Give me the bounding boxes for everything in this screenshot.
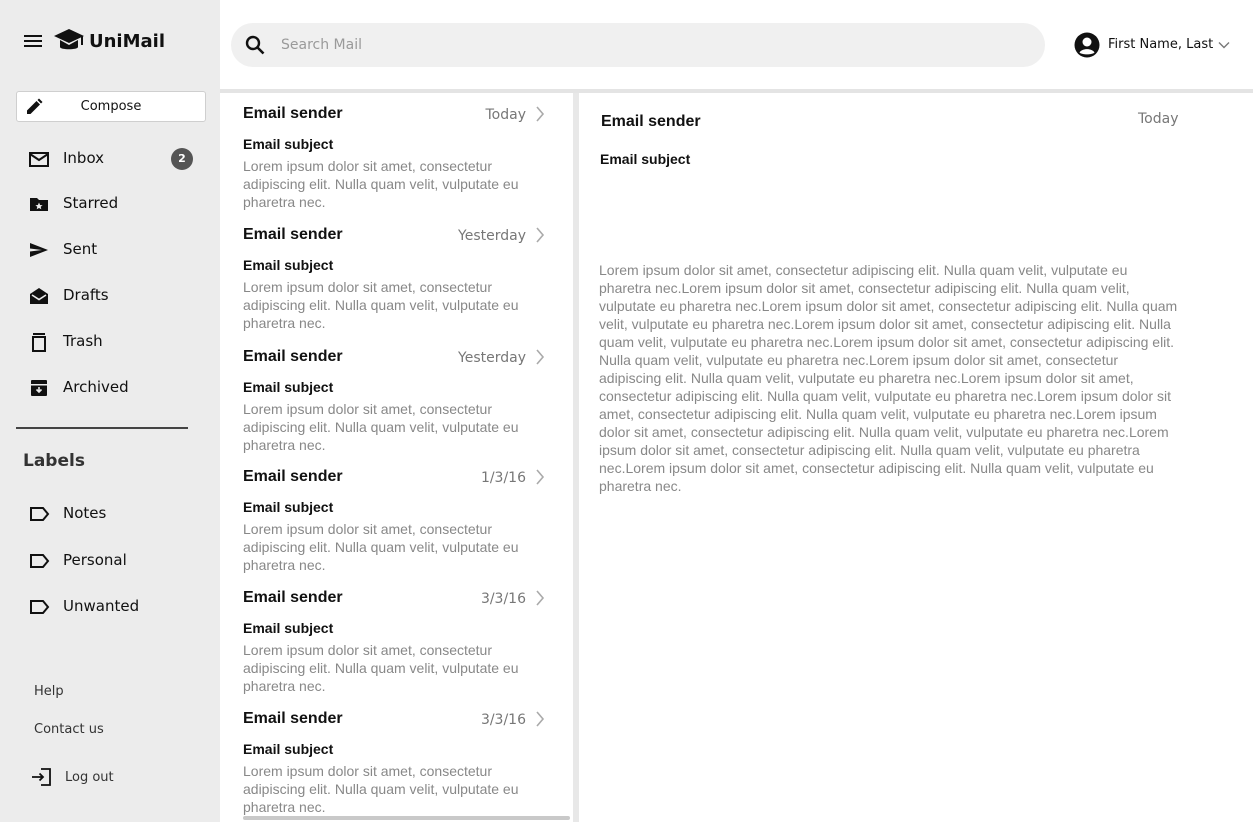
compose-button[interactable]: Compose — [16, 91, 206, 122]
email-preview: Lorem ipsum dolor sit amet, consectetur … — [243, 158, 519, 210]
user-name: First Name, Last — [1108, 37, 1214, 52]
reader-sender: Email sender — [601, 113, 701, 130]
email-sender: Email sender — [243, 589, 343, 606]
app-name: UniMail — [89, 30, 165, 52]
sidebar-item-label: Starred — [63, 194, 119, 212]
send-icon — [28, 240, 50, 260]
email-list-item[interactable]: Email sender 1/3/16 Email subject Lorem … — [220, 456, 573, 577]
email-subject: Email subject — [243, 257, 334, 273]
chevron-right-icon — [536, 349, 545, 365]
contact-us-link[interactable]: Contact us — [34, 722, 104, 737]
chevron-right-icon — [536, 590, 545, 606]
email-list: Email sender Today Email subject Lorem i… — [220, 93, 573, 822]
sidebar: UniMail Compose Inbox 2 Starred Sent Dra… — [0, 0, 220, 822]
email-date: Today — [485, 107, 527, 123]
chevron-right-icon — [536, 711, 545, 727]
email-subject: Email subject — [243, 136, 334, 152]
label-icon — [28, 504, 50, 524]
email-list-item[interactable]: Email sender 3/3/16 Email subject Lorem … — [220, 577, 573, 698]
email-date: Yesterday — [458, 350, 526, 366]
email-list-scrollbar[interactable] — [243, 816, 570, 820]
archive-icon — [28, 378, 50, 398]
email-preview: Lorem ipsum dolor sit amet, consectetur … — [243, 401, 519, 453]
label-item-name: Personal — [63, 551, 127, 569]
labels-heading: Labels — [23, 451, 85, 471]
email-preview: Lorem ipsum dolor sit amet, consectetur … — [243, 521, 519, 573]
label-icon — [28, 597, 50, 617]
email-date: Yesterday — [458, 228, 526, 244]
sidebar-item-inbox[interactable]: Inbox 2 — [16, 142, 206, 176]
reader-date: Today — [1138, 111, 1179, 127]
label-item-notes[interactable]: Notes — [16, 497, 206, 531]
email-preview: Lorem ipsum dolor sit amet, consectetur … — [243, 763, 519, 815]
email-sender: Email sender — [243, 348, 343, 365]
label-item-personal[interactable]: Personal — [16, 544, 206, 578]
label-item-unwanted[interactable]: Unwanted — [16, 590, 206, 624]
chevron-right-icon — [536, 227, 545, 243]
email-reader: Email sender Today Email subject Lorem i… — [579, 93, 1253, 822]
chevron-right-icon — [536, 469, 545, 485]
email-list-item[interactable]: Email sender Today Email subject Lorem i… — [220, 93, 573, 214]
email-date: 3/3/16 — [480, 591, 526, 607]
reader-body: Lorem ipsum dolor sit amet, consectetur … — [599, 262, 1178, 494]
logout-icon — [32, 768, 51, 786]
graduation-cap-icon — [54, 29, 84, 50]
reader-subject: Email subject — [600, 151, 691, 167]
logout-label: Log out — [65, 770, 114, 785]
email-subject: Email subject — [243, 499, 334, 515]
trash-icon — [28, 332, 50, 352]
search-input[interactable] — [281, 23, 1021, 67]
hamburger-menu-icon[interactable] — [24, 33, 42, 49]
sidebar-item-label: Sent — [63, 240, 98, 258]
search-icon[interactable] — [245, 35, 265, 55]
search-bar — [231, 23, 1045, 67]
star-folder-icon — [28, 194, 50, 214]
sidebar-item-label: Inbox — [63, 149, 105, 167]
sidebar-item-drafts[interactable]: Drafts — [16, 279, 206, 313]
email-preview: Lorem ipsum dolor sit amet, consectetur … — [243, 279, 519, 331]
email-subject: Email subject — [243, 379, 334, 395]
email-list-item[interactable]: Email sender Yesterday Email subject Lor… — [220, 214, 573, 335]
label-icon — [28, 551, 50, 571]
sidebar-item-sent[interactable]: Sent — [16, 233, 206, 267]
sidebar-divider — [16, 427, 188, 429]
compose-label: Compose — [80, 99, 142, 114]
chevron-right-icon — [536, 106, 545, 122]
sidebar-item-label: Archived — [63, 378, 129, 396]
app-logo[interactable]: UniMail — [53, 27, 165, 55]
label-item-name: Notes — [63, 504, 107, 522]
drafts-icon — [28, 286, 50, 306]
label-item-name: Unwanted — [63, 597, 140, 615]
email-sender: Email sender — [243, 710, 343, 727]
email-subject: Email subject — [243, 741, 334, 757]
email-sender: Email sender — [243, 226, 343, 243]
chevron-down-icon — [1218, 42, 1230, 49]
sidebar-item-archived[interactable]: Archived — [16, 371, 206, 405]
unread-count-badge: 2 — [171, 148, 193, 170]
email-subject: Email subject — [243, 620, 334, 636]
email-list-item[interactable]: Email sender 3/3/16 Email subject Lorem … — [220, 698, 573, 819]
sidebar-item-trash[interactable]: Trash — [16, 325, 206, 359]
sidebar-item-label: Drafts — [63, 286, 109, 304]
email-list-item[interactable]: Email sender Yesterday Email subject Lor… — [220, 336, 573, 457]
email-sender: Email sender — [243, 105, 343, 122]
email-sender: Email sender — [243, 468, 343, 485]
email-date: 3/3/16 — [480, 712, 526, 728]
mail-icon — [28, 149, 50, 169]
sidebar-item-starred[interactable]: Starred — [16, 187, 206, 221]
email-date: 1/3/16 — [480, 470, 526, 486]
sidebar-item-label: Trash — [63, 332, 103, 350]
avatar-icon — [1074, 32, 1100, 58]
help-link[interactable]: Help — [34, 684, 64, 699]
email-preview: Lorem ipsum dolor sit amet, consectetur … — [243, 642, 519, 694]
